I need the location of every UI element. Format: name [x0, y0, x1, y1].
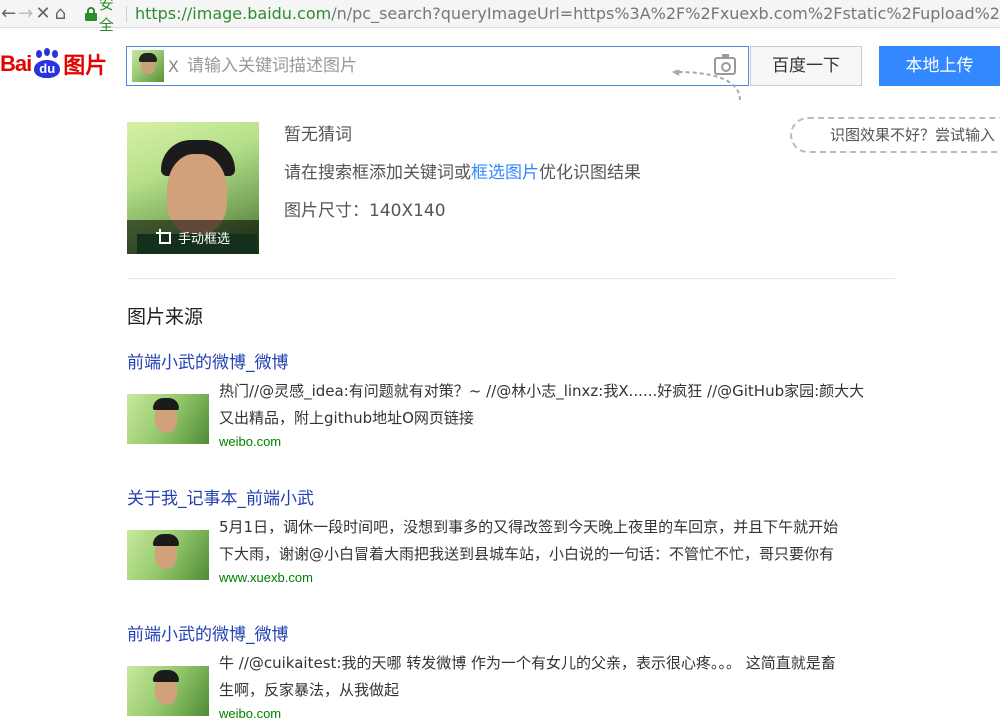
source-url[interactable]: weibo.com [219, 706, 281, 721]
hint-suffix: 优化识图结果 [539, 163, 641, 183]
logo-du: du [34, 60, 61, 78]
source-result: 前端小武的微博_微博 牛 //@cuikaitest:我的天哪 转发微博 作为一… [127, 620, 927, 721]
forward-icon[interactable]: → [17, 1, 34, 27]
source-desc-line: 5月1日，调休一段时间吧，没想到事多的又得改签到今天晚上夜里的车回京，并且下午就… [219, 518, 839, 536]
baidu-logo[interactable]: Bai du 图片 [0, 44, 107, 84]
lock-icon [84, 6, 97, 21]
source-result: 关于我_记事本_前端小武 5月1日，调休一段时间吧，没想到事多的又得改签到今天晚… [127, 484, 927, 585]
size-value: 140X140 [369, 201, 446, 221]
close-icon[interactable]: ✕ [34, 1, 51, 27]
source-url[interactable]: weibo.com [219, 434, 281, 449]
query-image-thumbnail [132, 50, 164, 82]
query-image-preview: 手动框选 [127, 122, 259, 254]
source-desc-line: 牛 //@cuikaitest:我的天哪 转发微博 作为一个有女儿的父亲，表示很… [219, 654, 836, 672]
source-description: 牛 //@cuikaitest:我的天哪 转发微博 作为一个有女儿的父亲，表示很… [219, 650, 909, 704]
upload-button[interactable]: 本地上传 [879, 46, 1000, 86]
crop-image-link[interactable]: 框选图片 [471, 163, 539, 183]
search-button[interactable]: 百度一下 [750, 46, 862, 86]
size-label: 图片尺寸： [284, 201, 369, 221]
source-desc-line: 热门//@灵感_idea:有问题就有对策？~ //@林小志_linxz:我X..… [219, 382, 865, 400]
browser-toolbar: ← → ✕ ⌂ 安全 https://image.baidu.com /n/pc… [0, 0, 1000, 34]
paw-icon: du [32, 48, 62, 80]
hint-prefix: 请在搜索框添加关键词或 [284, 163, 471, 183]
logo-image-text: 图片 [63, 54, 108, 79]
search-header: Bai du 图片 X 百度一下 本地上传 [0, 28, 1000, 102]
source-title-link[interactable]: 前端小武的微博_微博 [127, 620, 927, 645]
manual-crop-button[interactable]: 手动框选 [127, 220, 259, 254]
source-title-link[interactable]: 关于我_记事本_前端小武 [127, 484, 927, 509]
clear-image-button[interactable]: X [168, 57, 179, 76]
section-divider [127, 278, 895, 279]
url-path: /n/pc_search?queryImageUrl=https%3A%2F%2… [331, 4, 1000, 23]
source-thumbnail[interactable] [127, 394, 209, 444]
sources-title: 图片来源 [127, 306, 204, 328]
source-title-link[interactable]: 前端小武的微博_微博 [127, 348, 927, 373]
source-description: 5月1日，调休一段时间吧，没想到事多的又得改签到今天晚上夜里的车回京，并且下午就… [219, 514, 909, 568]
no-guess-text: 暂无猜词 [284, 125, 352, 145]
url-host: https://image.baidu.com [134, 4, 332, 23]
source-url[interactable]: www.xuexb.com [219, 570, 313, 585]
source-desc-line: 又出精品，附上github地址O网页链接 [219, 409, 474, 427]
hint-bubble[interactable]: 识图效果不好？尝试输入 [790, 117, 1000, 153]
hint-arrow-icon [672, 70, 741, 100]
url-divider [126, 5, 127, 22]
logo-bai: Bai [0, 51, 32, 76]
source-desc-line: 生啊，反家暴法，从我做起 [219, 681, 400, 699]
search-box: X [126, 46, 749, 86]
search-input[interactable] [186, 56, 714, 76]
optimize-hint: 请在搜索框添加关键词或框选图片优化识图结果 [284, 158, 641, 183]
back-icon[interactable]: ← [0, 1, 17, 27]
home-icon[interactable]: ⌂ [52, 1, 69, 27]
image-size: 图片尺寸：140X140 [284, 196, 446, 221]
source-thumbnail[interactable] [127, 530, 209, 580]
source-result: 前端小武的微博_微博 热门//@灵感_idea:有问题就有对策？~ //@林小志… [127, 348, 927, 449]
source-description: 热门//@灵感_idea:有问题就有对策？~ //@林小志_linxz:我X..… [219, 378, 909, 432]
crop-icon [155, 229, 172, 245]
source-desc-line: 下大雨，谢谢@小白冒着大雨把我送到县城车站，小白说的一句话：不管忙不忙，哥只要你… [219, 545, 835, 563]
source-thumbnail[interactable] [127, 666, 209, 716]
crop-label: 手动框选 [177, 231, 230, 247]
